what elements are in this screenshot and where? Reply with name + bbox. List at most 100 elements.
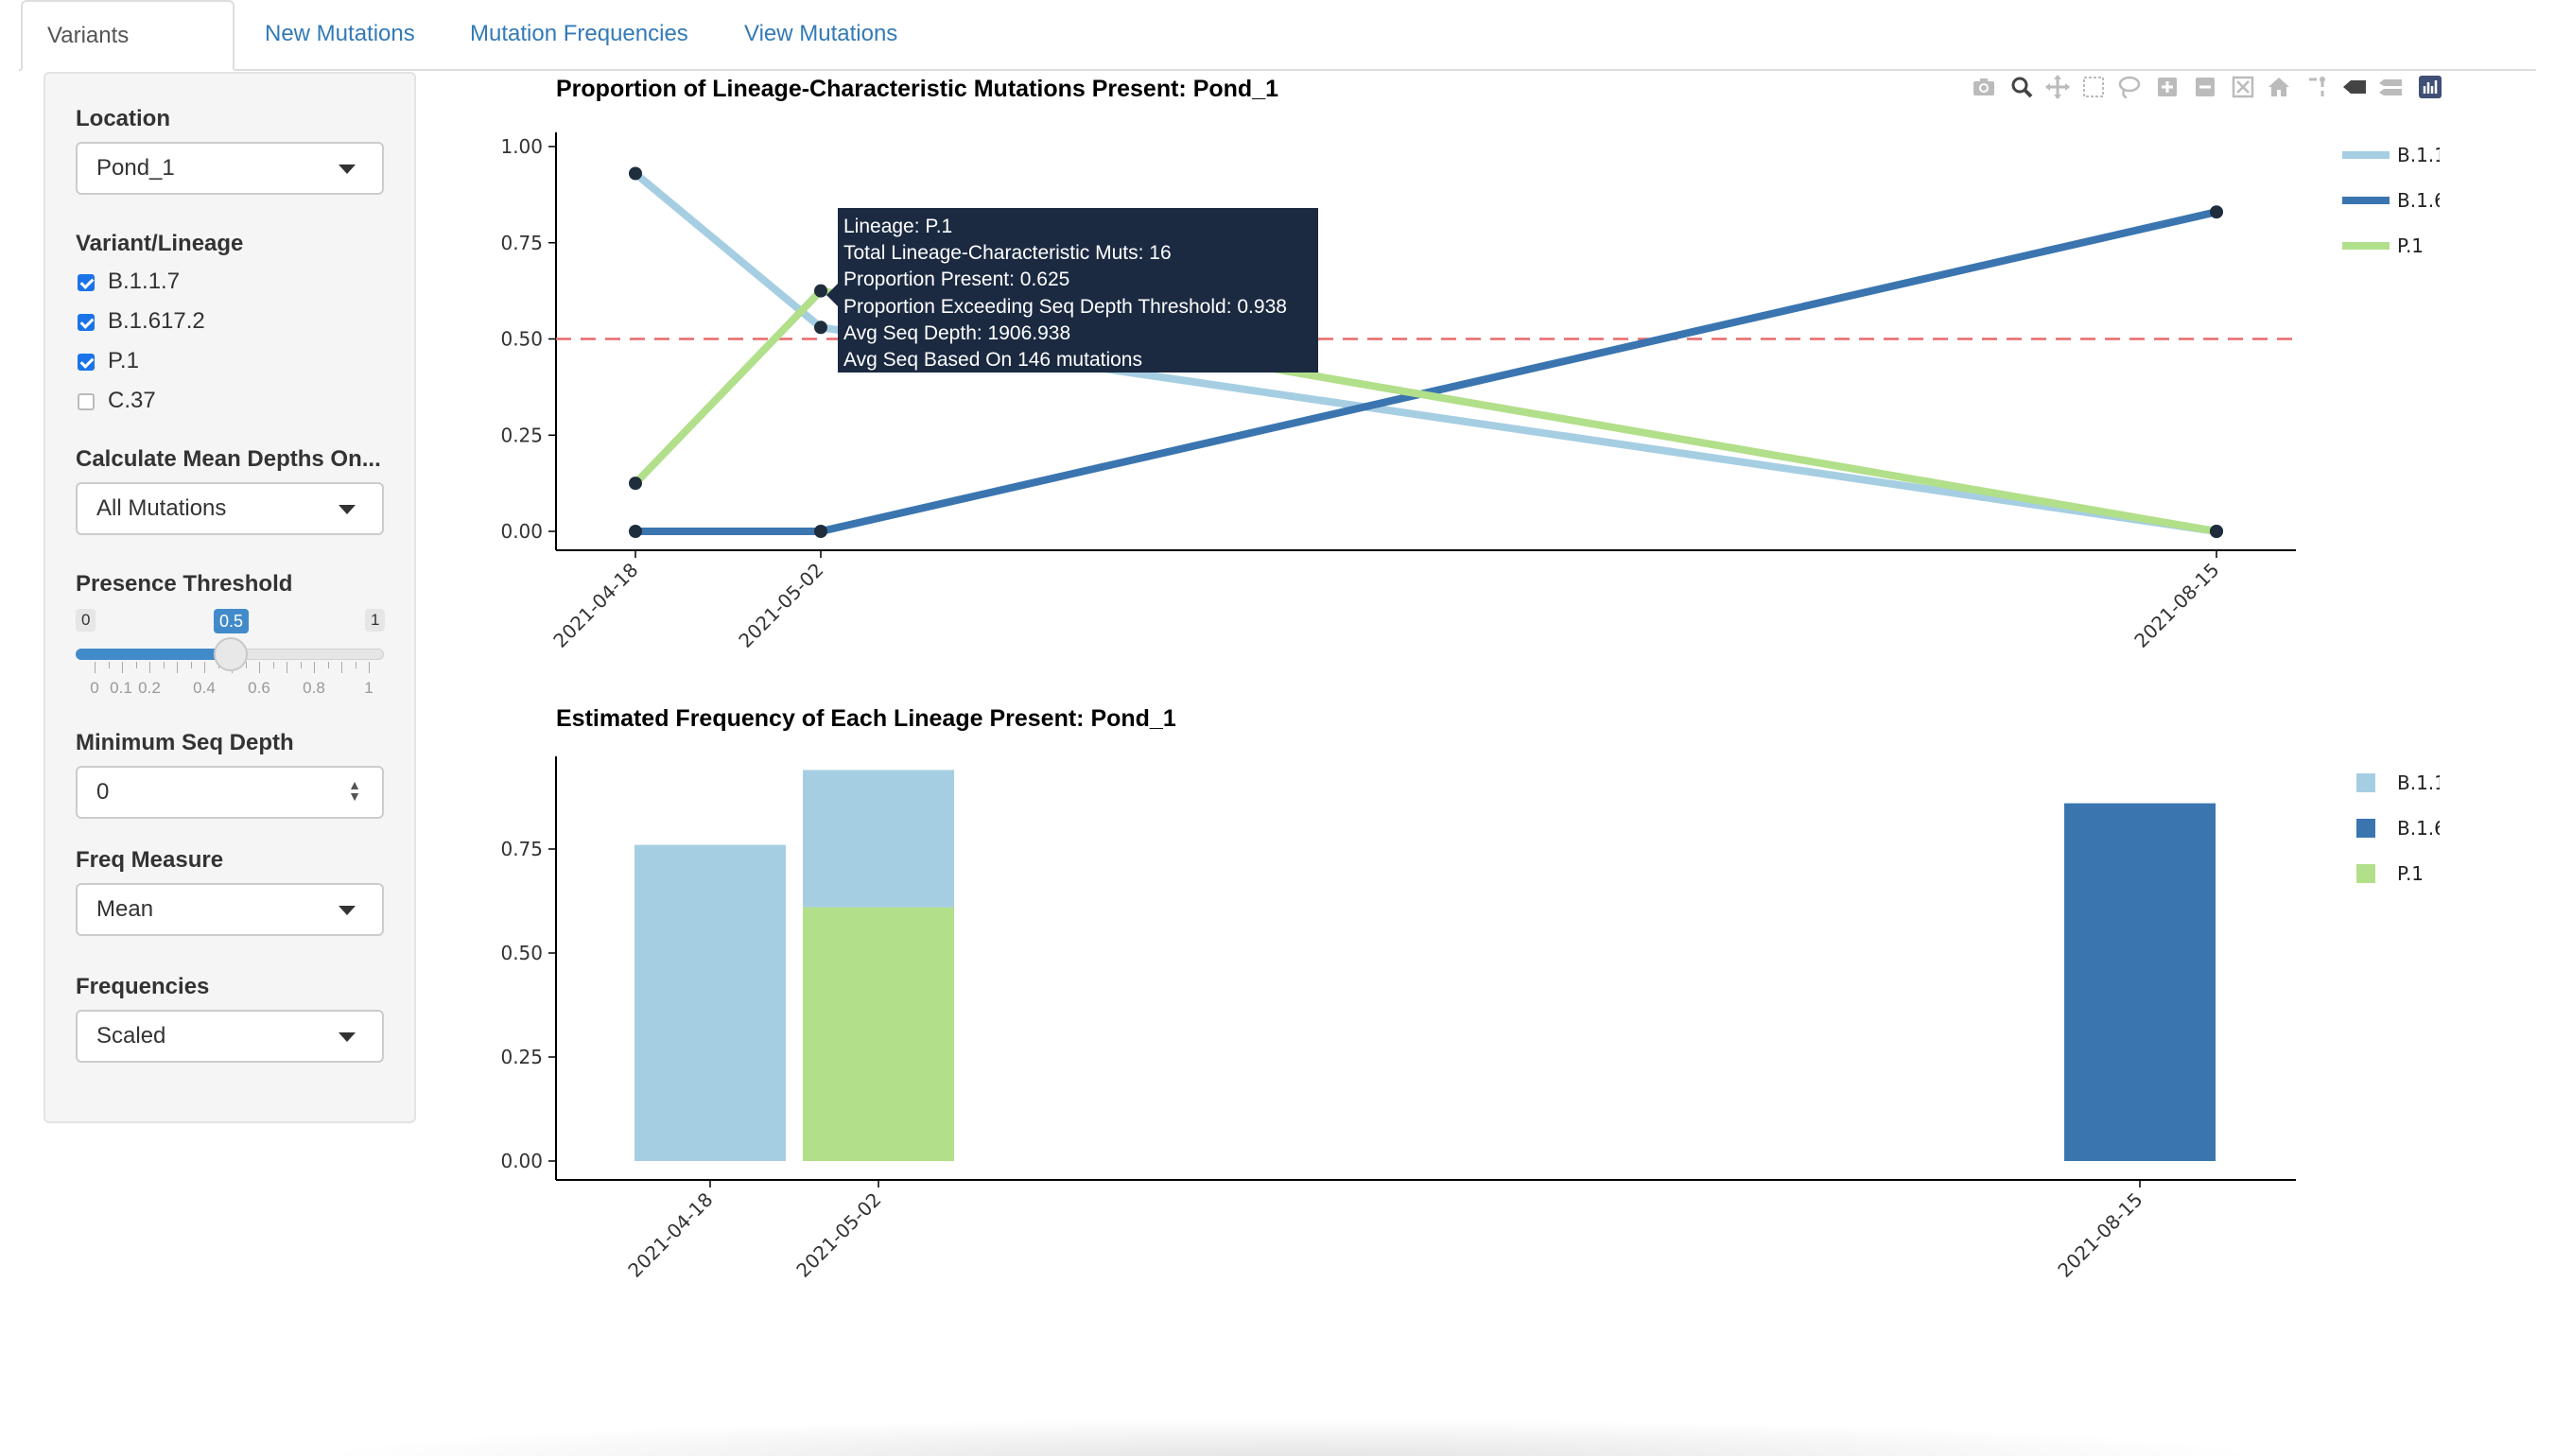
slider-tick: [190, 662, 192, 668]
min-seq-depth-input[interactable]: 0 ▲ ▼: [76, 766, 384, 819]
frequencies-label: Frequencies: [76, 974, 210, 999]
pan-icon[interactable]: [2044, 74, 2071, 100]
bar-chart-title: Estimated Frequency of Each Lineage Pres…: [556, 705, 1176, 732]
y-tick-label: 0.75: [500, 232, 543, 254]
tooltip-line: Proportion Exceeding Seq Depth Threshold…: [843, 295, 1287, 318]
presence-threshold-label: Presence Threshold: [76, 571, 293, 597]
slider-tick-label: 0.1: [110, 679, 132, 697]
y-tick-label: 0.75: [500, 838, 543, 860]
hover-closest-icon[interactable]: [2341, 74, 2368, 100]
data-point: [2210, 525, 2223, 538]
legend-label: B.1.1.7: [2397, 144, 2440, 166]
slider-tick: [259, 662, 260, 673]
slider-tick-label: 0: [90, 679, 99, 697]
bar-chart[interactable]: 0.00 0.25 0.50 0.75 2021-04-18 2021-05-02 2021…: [454, 737, 2440, 1305]
spinner-arrows-icon[interactable]: ▲ ▼: [348, 778, 361, 803]
min-seq-depth-value: 0: [96, 779, 110, 805]
zoom-icon[interactable]: [2008, 74, 2035, 100]
zoom-out-icon[interactable]: [2192, 74, 2218, 100]
x-tick-label: 2021-08-15: [2053, 1188, 2147, 1282]
y-tick-label: 0.25: [500, 424, 543, 446]
lasso-icon[interactable]: [2116, 74, 2143, 100]
hover-compare-icon[interactable]: [2377, 74, 2404, 100]
slider-tick-label: 0.8: [303, 679, 325, 697]
bar-segment-B.1.617.2: [2064, 803, 2216, 1161]
plotly-logo-icon[interactable]: [2417, 74, 2443, 100]
frequencies-select[interactable]: Scaled: [76, 1010, 384, 1063]
chevron-down-icon: [339, 1032, 356, 1042]
slider-tick: [314, 662, 315, 673]
data-point: [814, 284, 827, 298]
legend-label: B.1.617.2: [2397, 189, 2440, 212]
legend-label: B.1.617.2: [2397, 817, 2440, 840]
reset-axes-icon[interactable]: [2266, 74, 2292, 100]
autoscale-icon[interactable]: [2230, 74, 2256, 100]
tab-view-mutations[interactable]: View Mutations: [720, 0, 922, 68]
slider-max-label: 1: [365, 609, 386, 632]
data-point: [814, 525, 827, 538]
slider-tick: [204, 662, 205, 673]
checkbox-checked-icon: [78, 354, 95, 371]
y-tick-label: 0.00: [500, 1150, 543, 1172]
tooltip-line: Proportion Present: 0.625: [843, 269, 1070, 291]
y-tick-label: 0.50: [500, 328, 543, 351]
bar-segment-P.1: [803, 907, 954, 1161]
tab-mutation-frequencies[interactable]: Mutation Frequencies: [445, 0, 713, 68]
data-point: [629, 525, 642, 538]
tab-variants-present[interactable]: Variants Present: [21, 0, 235, 116]
frequencies-value: Scaled: [96, 1023, 166, 1049]
tooltip-line: Lineage: P.1: [843, 216, 953, 237]
slider-tick: [135, 662, 137, 668]
camera-icon[interactable]: [1971, 74, 1997, 100]
mean-depths-select[interactable]: All Mutations: [76, 482, 384, 535]
checkbox-label: B.1.617.2: [108, 308, 205, 334]
min-seq-depth-label: Minimum Seq Depth: [76, 730, 294, 755]
checkbox-label: B.1.1.7: [108, 269, 181, 294]
slider-tick-label: 0.2: [138, 679, 161, 697]
legend-label: B.1.1.7: [2397, 771, 2440, 794]
checkbox-checked-icon: [78, 274, 95, 291]
freq-measure-label: Freq Measure: [76, 847, 224, 873]
checkbox-label: C.37: [108, 388, 156, 413]
spike-lines-icon[interactable]: [2305, 74, 2332, 100]
tab-bar: Variants Present New Mutations Mutation …: [19, 0, 2536, 116]
slider-tick: [300, 662, 302, 668]
slider-tick: [327, 662, 329, 668]
y-tick-label: 1.00: [500, 135, 543, 158]
slider-tick: [163, 662, 165, 668]
legend-label: P.1: [2397, 862, 2424, 885]
checkbox-unchecked-icon: [78, 393, 95, 410]
freq-measure-select[interactable]: Mean: [76, 883, 384, 936]
location-label: Location: [76, 106, 170, 131]
slider-fill: [76, 649, 229, 660]
zoom-in-icon[interactable]: [2154, 74, 2181, 100]
y-tick-label: 0.00: [500, 520, 543, 543]
x-tick-label: 2021-05-02: [791, 1188, 885, 1282]
y-tick-label: 0.25: [500, 1046, 543, 1068]
data-point: [629, 166, 642, 181]
slider-tick-label: 0.6: [248, 679, 270, 697]
x-tick-label: 2021-04-18: [623, 1188, 717, 1282]
hover-tooltip: Lineage: P.1 Total Lineage-Characteristi…: [826, 208, 1318, 373]
freq-measure-value: Mean: [96, 896, 154, 922]
slider-tick-label: 1: [364, 679, 374, 697]
slider-handle[interactable]: [214, 637, 248, 671]
box-select-icon[interactable]: [2080, 74, 2107, 100]
mean-depths-label: Calculate Mean Depths On...: [76, 446, 381, 472]
sidebar-panel: Location Pond_1 Variant/Lineage B.1.1.7 …: [43, 72, 416, 1123]
chevron-down-icon: [339, 165, 356, 174]
line-chart[interactable]: 0.00 0.25 0.50 0.75 1.00 2021-04-18 2021-05-02…: [454, 113, 2440, 681]
tab-new-mutations[interactable]: New Mutations: [240, 0, 440, 68]
line-chart-title: Proportion of Lineage-Characteristic Mut…: [556, 76, 1279, 102]
x-tick-label: 2021-05-02: [734, 559, 827, 652]
chevron-down-icon: [339, 906, 356, 915]
page-shadow: [312, 1418, 2269, 1456]
slider-tick: [341, 662, 342, 673]
location-select[interactable]: Pond_1: [76, 142, 384, 195]
chevron-down-icon: [339, 505, 356, 514]
slider-value-label: 0.5: [214, 609, 250, 633]
bar-segment-B.1.1.7: [634, 844, 786, 1161]
x-tick-label: 2021-08-15: [2129, 559, 2223, 652]
slider-tick-label: 0.4: [193, 679, 216, 697]
tooltip-line: Avg Seq Based On 146 mutations: [843, 349, 1142, 372]
